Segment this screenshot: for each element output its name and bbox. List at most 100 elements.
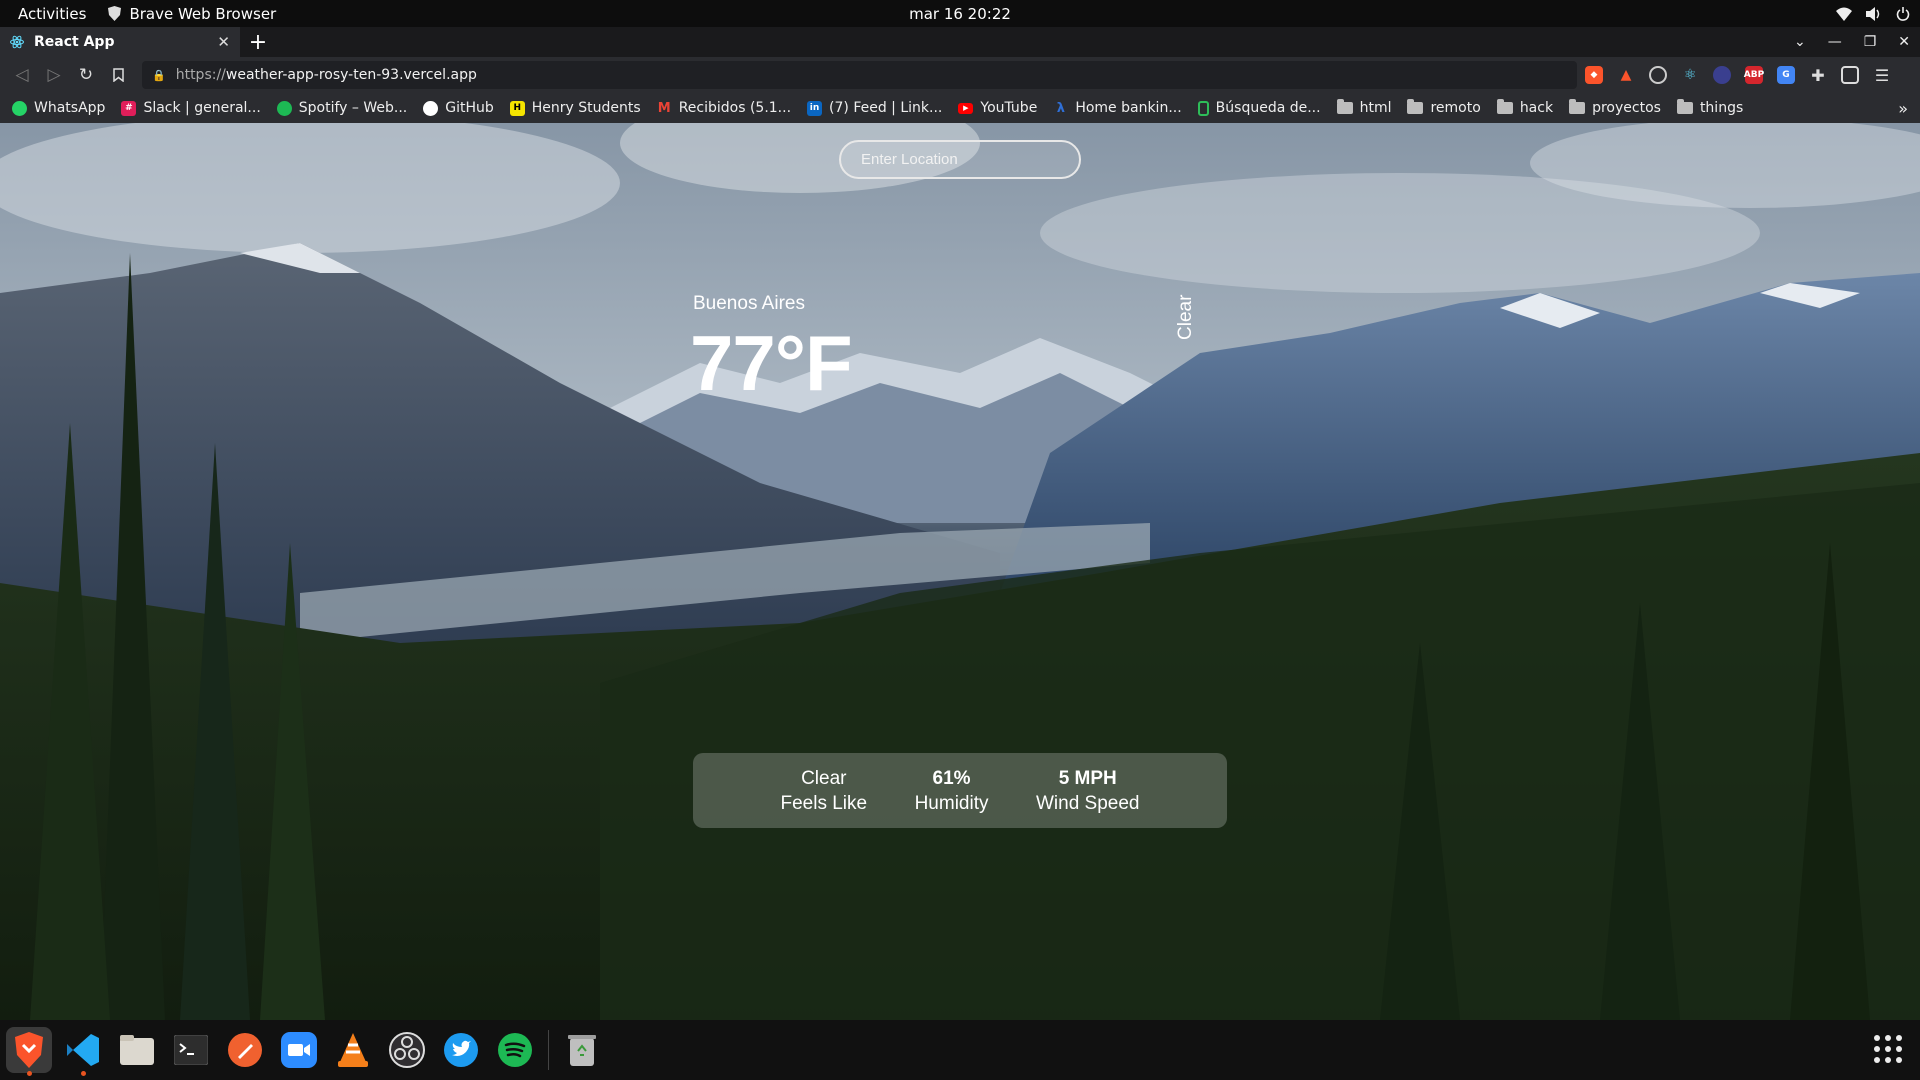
lock-icon: 🔒 — [152, 68, 166, 82]
system-tray[interactable] — [1836, 0, 1910, 27]
url-host: weather-app-rosy-ten-93.vercel.app — [225, 67, 477, 83]
files-icon — [120, 1035, 154, 1065]
bookmark-icon[interactable] — [102, 57, 134, 93]
react-icon — [10, 35, 24, 49]
twitter-icon — [444, 1033, 478, 1067]
brave-rewards-icon[interactable]: ▲ — [1617, 66, 1635, 84]
bookmark-github[interactable]: GitHub — [423, 100, 494, 116]
wifi-icon — [1836, 7, 1852, 21]
bookmark-youtube[interactable]: ▶ YouTube — [958, 100, 1037, 116]
bookmark-henry[interactable]: H Henry Students — [509, 100, 641, 116]
dock-vscode[interactable] — [60, 1027, 106, 1076]
dock-zoom[interactable] — [276, 1027, 322, 1073]
bookmark-whatsapp[interactable]: WhatsApp — [12, 100, 105, 116]
feels-like-stat: Clear Feels Like — [780, 766, 867, 816]
extensions-area: ◆ ▲ ⚛ ABP G ✚ ☰ — [1585, 57, 1891, 93]
activities-button[interactable]: Activities — [0, 5, 104, 23]
wind-stat: 5 MPH Wind Speed — [1036, 766, 1140, 816]
translate-icon[interactable]: G — [1777, 66, 1795, 84]
extension-dark-icon[interactable] — [1713, 66, 1731, 84]
bookmark-slack[interactable]: # Slack | general... — [121, 100, 261, 116]
bookmark-folder-html[interactable]: html — [1336, 99, 1391, 116]
feels-like-value: Clear — [801, 767, 847, 789]
power-icon — [1896, 6, 1910, 21]
slack-icon: # — [121, 100, 137, 116]
browser-toolbar: ◁ ▷ ↻ 🔒 https:// weather-app-rosy-ten-93… — [0, 57, 1920, 93]
youtube-icon: ▶ — [958, 102, 974, 114]
new-tab-button[interactable]: + — [240, 27, 276, 57]
react-devtools-icon[interactable]: ⚛ — [1681, 66, 1699, 84]
humidity-label: Humidity — [914, 792, 989, 814]
dock-brave[interactable] — [6, 1027, 52, 1076]
extensions-puzzle-icon[interactable]: ✚ — [1809, 66, 1827, 85]
dock-separator — [548, 1030, 549, 1070]
city-name: Buenos Aires — [693, 293, 805, 314]
dock-obs[interactable] — [384, 1027, 430, 1073]
dock-trash[interactable] — [559, 1027, 605, 1073]
weather-app-page: Buenos Aires 77°F Clear Clear Feels Like… — [0, 123, 1920, 1020]
location-search-input[interactable] — [839, 140, 1081, 179]
folder-icon — [1676, 99, 1693, 114]
menu-icon[interactable]: ☰ — [1873, 66, 1891, 85]
pencil-icon — [228, 1033, 262, 1067]
dock-vlc[interactable] — [330, 1027, 376, 1073]
weather-description: Clear — [1175, 294, 1196, 340]
feels-like-label: Feels Like — [780, 792, 868, 814]
wallet-icon[interactable] — [1841, 66, 1859, 84]
humidity-stat: 61% Humidity — [915, 766, 989, 816]
dock-terminal[interactable] — [168, 1027, 214, 1073]
linkedin-icon: in — [807, 100, 823, 116]
reload-icon[interactable]: ↻ — [70, 57, 102, 93]
brave-shield-icon — [108, 6, 122, 21]
bookmark-busqueda[interactable]: Búsqueda de... — [1197, 100, 1321, 116]
bookmark-bank[interactable]: λ Home bankin... — [1053, 100, 1182, 116]
dock-files[interactable] — [114, 1027, 160, 1073]
bookmark-linkedin[interactable]: in (7) Feed | Link... — [807, 100, 942, 116]
clock[interactable]: mar 16 20:22 — [909, 5, 1011, 23]
bookmark-folder-remoto[interactable]: remoto — [1407, 99, 1481, 116]
adblock-icon[interactable]: ABP — [1744, 66, 1764, 84]
spotify-icon — [276, 100, 292, 116]
tab-search-icon[interactable]: ⌄ — [1794, 34, 1806, 50]
obs-icon — [389, 1032, 425, 1068]
brave-shields-icon[interactable]: ◆ — [1585, 66, 1603, 84]
bookmarks-bar: WhatsApp # Slack | general... Spotify – W… — [0, 93, 1920, 123]
volume-icon — [1866, 6, 1880, 21]
bookmark-folder-hack[interactable]: hack — [1496, 99, 1553, 116]
forward-icon[interactable]: ▷ — [38, 57, 70, 93]
terminal-icon — [174, 1035, 208, 1065]
address-bar[interactable]: 🔒 https:// weather-app-rosy-ten-93.verce… — [142, 61, 1577, 89]
bookmark-folder-proyectos[interactable]: proyectos — [1569, 99, 1661, 116]
show-applications-icon[interactable] — [1874, 1035, 1902, 1063]
vscode-icon — [67, 1034, 99, 1066]
restore-icon[interactable]: ❐ — [1864, 34, 1877, 50]
close-window-icon[interactable]: ✕ — [1898, 34, 1910, 50]
dock — [0, 1020, 1920, 1080]
bookmark-folder-things[interactable]: things — [1676, 99, 1743, 116]
wind-value: 5 MPH — [1058, 767, 1117, 789]
folder-icon — [1569, 99, 1586, 114]
tab-title: React App — [34, 34, 115, 50]
dock-pencil[interactable] — [222, 1027, 268, 1073]
window-controls: ⌄ — ❐ ✕ — [1794, 27, 1910, 57]
vlc-icon — [338, 1033, 368, 1067]
tab-react-app[interactable]: React App ✕ — [0, 27, 240, 57]
tab-strip: React App ✕ + ⌄ — ❐ ✕ — [0, 27, 1920, 57]
bookmark-gmail[interactable]: M Recibidos (5.1... — [657, 100, 791, 116]
close-tab-icon[interactable]: ✕ — [217, 33, 230, 51]
bank-icon: λ — [1056, 100, 1065, 116]
folder-icon — [1407, 99, 1424, 114]
bookmark-spotify[interactable]: Spotify – Web... — [276, 100, 407, 116]
back-icon[interactable]: ◁ — [6, 57, 38, 93]
bookmarks-overflow-icon[interactable]: » — [1898, 99, 1908, 118]
running-indicator — [80, 1071, 86, 1076]
folder-icon — [1496, 99, 1513, 114]
spotify-icon — [498, 1033, 532, 1067]
dock-twitter[interactable] — [438, 1027, 484, 1073]
extension-circle-icon[interactable] — [1649, 66, 1667, 84]
dock-spotify[interactable] — [492, 1027, 538, 1073]
app-menu[interactable]: Brave Web Browser — [108, 5, 276, 23]
zoom-icon — [281, 1032, 317, 1068]
minimize-icon[interactable]: — — [1828, 34, 1842, 50]
gmail-icon: M — [657, 100, 671, 116]
